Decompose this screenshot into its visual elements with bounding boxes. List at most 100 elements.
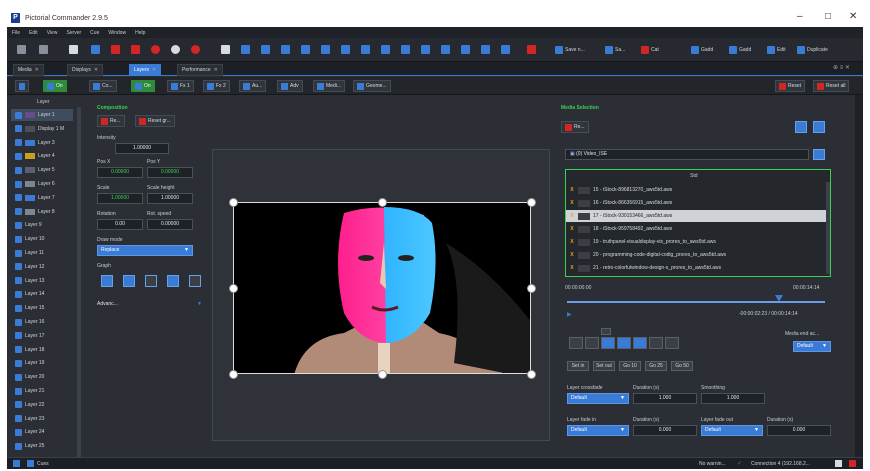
layer-row[interactable]: Layer 17	[11, 330, 73, 342]
playhead-handle[interactable]	[774, 295, 783, 302]
cue-point-button[interactable]: Set out	[593, 361, 615, 371]
chevron-down-icon[interactable]: ▼	[197, 301, 202, 307]
posy-field[interactable]: 0.00000	[147, 167, 193, 178]
layer-on-button[interactable]: On	[43, 80, 67, 92]
link-icon[interactable]	[341, 45, 350, 54]
duplicate-button[interactable]: Duplicate	[797, 44, 828, 56]
layer-row[interactable]: Layer 6	[11, 178, 73, 190]
layer-row[interactable]: Layer 15	[11, 302, 73, 314]
layer-row[interactable]: Layer 23	[11, 413, 73, 425]
reset-geometry-button[interactable]: Reset gr...	[135, 115, 175, 127]
media-row[interactable]: X 16 - iStock-866356915_aws5td.aws	[566, 197, 828, 209]
layer-row[interactable]: Layer 7	[11, 192, 73, 204]
settings-icon[interactable]	[401, 45, 410, 54]
smoothing-field[interactable]: 1.000	[701, 393, 765, 404]
resize-handle-br[interactable]	[527, 370, 536, 379]
tab-media[interactable]: Media ✕	[13, 64, 44, 76]
layer-scrollbar[interactable]	[77, 107, 81, 457]
layer-row[interactable]: Layer 25	[11, 440, 73, 452]
layer-row[interactable]: Layer 16	[11, 316, 73, 328]
flag-icon[interactable]	[281, 45, 290, 54]
layer-row[interactable]: Layer 5	[11, 164, 73, 176]
crossfade-duration-field[interactable]: 1.000	[633, 393, 697, 404]
graph-button-2[interactable]	[123, 275, 135, 287]
timeline-track[interactable]	[567, 301, 825, 303]
close-tab-icon[interactable]: ✕	[152, 67, 156, 73]
gear-icon[interactable]	[13, 460, 20, 467]
monitor-icon[interactable]	[381, 45, 390, 54]
gadd2-button[interactable]: Gadd	[729, 44, 751, 56]
cues-label[interactable]: Cues	[37, 461, 49, 467]
alert-icon[interactable]	[849, 460, 856, 467]
person-icon[interactable]	[501, 45, 510, 54]
layer-row[interactable]: Layer 20	[11, 371, 73, 383]
minimize-icon[interactable]: –	[797, 11, 803, 22]
layer-row[interactable]: Layer 13	[11, 275, 73, 287]
layer-row[interactable]: Layer 9	[11, 219, 73, 231]
stop-icon[interactable]	[131, 45, 140, 54]
fade-out-select[interactable]: Default	[701, 425, 763, 436]
media-row[interactable]: X 15 - iStock-896813270_aws5td.aws	[566, 184, 828, 196]
resize-handle-l[interactable]	[229, 284, 238, 293]
tab-displays[interactable]: Displays ✕	[67, 64, 104, 76]
play-icon[interactable]: ▶	[567, 311, 572, 318]
clip-icon[interactable]	[813, 121, 825, 133]
resize-handle-b[interactable]	[378, 370, 387, 379]
step-back-icon[interactable]	[585, 337, 599, 349]
layers-icon[interactable]	[361, 45, 370, 54]
menu-view[interactable]: View	[47, 30, 58, 36]
grid-icon[interactable]	[241, 45, 250, 54]
copy-icon[interactable]	[321, 45, 330, 54]
tab-performance[interactable]: Performance ✕	[177, 64, 223, 76]
graph-button-4[interactable]	[167, 275, 179, 287]
p-icon[interactable]	[69, 45, 78, 54]
layer-row[interactable]: Layer 3	[11, 137, 73, 149]
media-row[interactable]: X 17 - iStock-930153466_aws5td.aws	[566, 210, 828, 222]
skip-end-icon[interactable]	[665, 337, 679, 349]
power-red-icon[interactable]	[191, 45, 200, 54]
close-tab-icon[interactable]: ✕	[35, 67, 39, 73]
screen-icon[interactable]	[261, 45, 270, 54]
audio-button[interactable]: Au...	[239, 80, 267, 92]
graph-button-1[interactable]	[101, 275, 113, 287]
pin-icon[interactable]: ⊕ ≡ ✕	[833, 64, 850, 71]
step-forward-icon[interactable]	[649, 337, 663, 349]
advanced-button[interactable]: Adv	[277, 80, 303, 92]
crossfade-select[interactable]: Default	[567, 393, 629, 404]
maximize-icon[interactable]: □	[825, 11, 831, 22]
scale-height-field[interactable]: 1.00000	[147, 193, 193, 204]
dot-icon[interactable]	[151, 45, 160, 54]
graph-button-3[interactable]	[145, 275, 157, 287]
tab-layers[interactable]: Layers ✕	[129, 64, 162, 76]
pen-icon[interactable]	[17, 45, 26, 54]
layer-row[interactable]: Layer 22	[11, 399, 73, 411]
menu-help[interactable]: Help	[135, 30, 145, 36]
preview-image[interactable]	[233, 202, 531, 374]
power-icon[interactable]	[171, 45, 180, 54]
cue-point-button[interactable]: Set in	[567, 361, 589, 371]
resize-handle-r[interactable]	[527, 284, 536, 293]
layer-row[interactable]: Layer 14	[11, 288, 73, 300]
fx1-button[interactable]: Fx 1	[167, 80, 194, 92]
menu-window[interactable]: Window	[108, 30, 126, 36]
layer-row[interactable]: Layer 11	[11, 247, 73, 259]
advanced-section[interactable]: Advanc...	[97, 301, 118, 307]
media-folder-select[interactable]: ▣ (0) Video_ISE	[565, 149, 809, 160]
resize-handle-t[interactable]	[378, 198, 387, 207]
layer-row[interactable]: Layer 21	[11, 385, 73, 397]
composition-button[interactable]: Co...	[89, 80, 117, 92]
record-icon[interactable]	[111, 45, 120, 54]
cat-button[interactable]: Cat	[641, 44, 659, 56]
edit-button[interactable]: Edit	[767, 44, 786, 56]
layer-row[interactable]: Layer 19	[11, 357, 73, 369]
geometry-button[interactable]: Geome...	[353, 80, 391, 92]
media-row[interactable]: X 20 - programming-code-digital-codig_pro…	[566, 249, 828, 261]
menu-edit[interactable]: Edit	[29, 30, 38, 36]
rot-speed-field[interactable]: 0.00000	[147, 219, 193, 230]
refresh-icon[interactable]	[795, 121, 807, 133]
chart-icon[interactable]	[481, 45, 490, 54]
bars-icon[interactable]	[461, 45, 470, 54]
reset-all-button[interactable]: Reset all	[813, 80, 850, 92]
layer-row[interactable]: Layer 18	[11, 344, 73, 356]
cue-point-button[interactable]: Go 25	[645, 361, 667, 371]
